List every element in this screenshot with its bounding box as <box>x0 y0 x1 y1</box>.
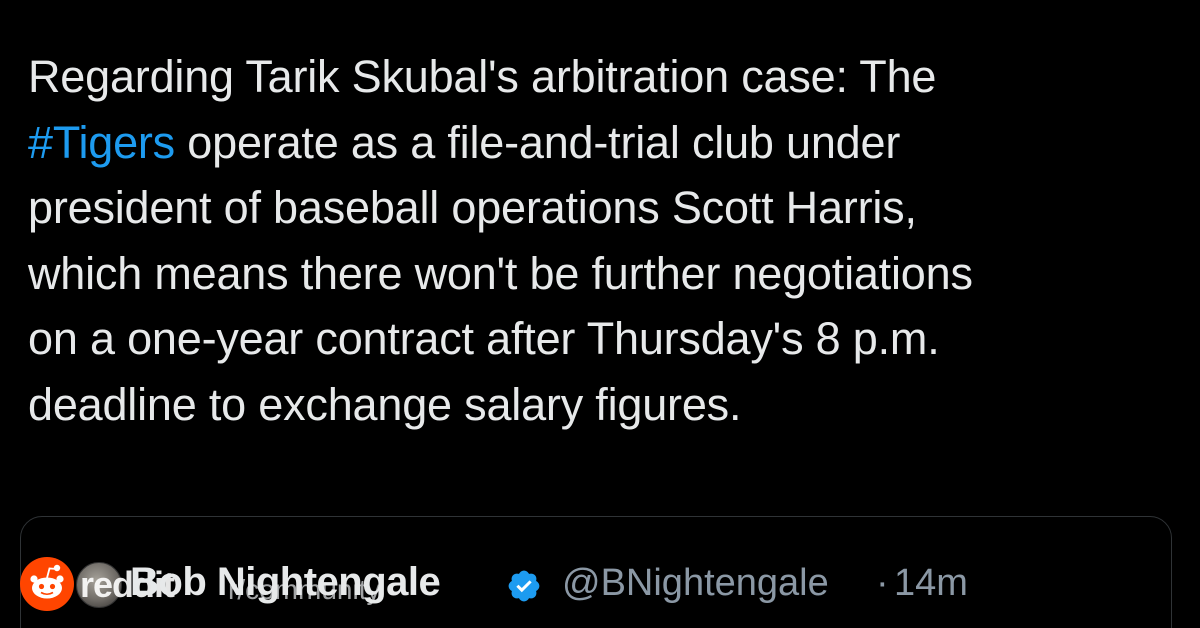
author-name[interactable]: Bob Nightengale <box>130 560 441 605</box>
tweet-line-2-text: operate as a file-and-trial club under <box>187 116 901 168</box>
timestamp[interactable]: 14m <box>894 562 968 605</box>
tweet-line-1: Regarding Tarik Skubal's arbitration cas… <box>28 51 937 102</box>
quoted-tweet-header: reddit r/community Bob Nightengale @BNig… <box>20 549 968 619</box>
author-handle[interactable]: @BNightengale <box>562 562 829 605</box>
tweet-line-5: on a one-year contract after Thursday's … <box>28 313 940 364</box>
tweet-body: Regarding Tarik Skubal's arbitration cas… <box>28 44 1178 437</box>
reddit-overlay-badge[interactable]: reddit r/community Bob Nightengale @BNig… <box>20 554 968 614</box>
tweet-line-4: which means there won't be further negot… <box>28 247 973 299</box>
reddit-snoo-icon <box>20 557 74 611</box>
hashtag-link[interactable]: #Tigers <box>28 117 175 168</box>
verified-badge-icon <box>508 570 540 602</box>
tweet-line-2: #Tigers operate as a file-and-trial club… <box>28 110 1178 176</box>
tweet-line-3: president of baseball operations Scott H… <box>28 182 917 233</box>
separator-dot: · <box>876 562 889 604</box>
tweet-line-6: deadline to exchange salary figures. <box>28 378 742 430</box>
